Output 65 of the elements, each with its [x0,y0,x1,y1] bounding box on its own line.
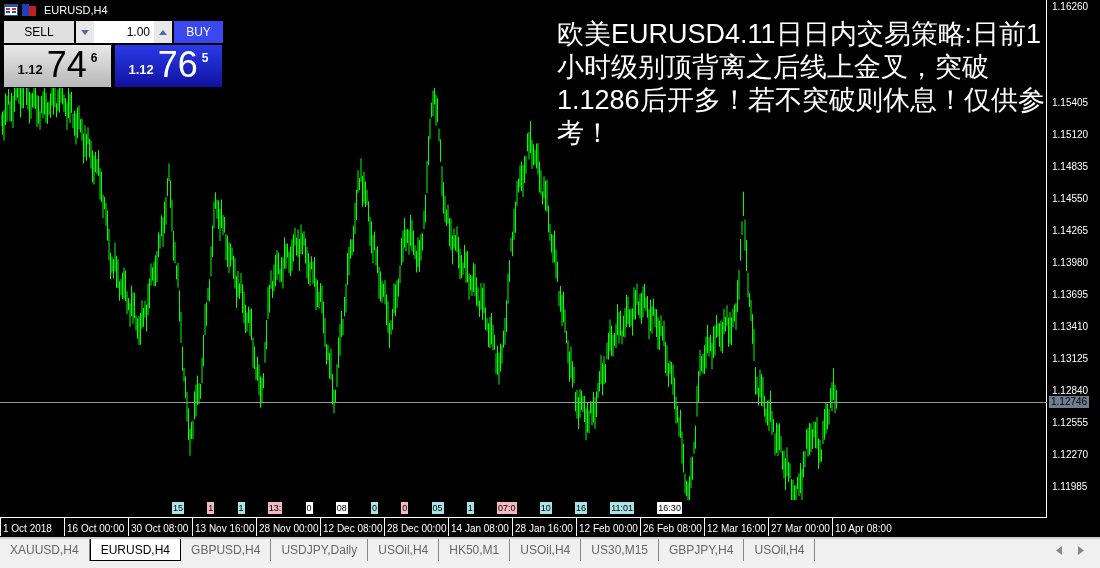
event-marker[interactable]: 1 [207,502,215,514]
event-marker[interactable]: 07:0 [497,502,517,514]
time-axis-label: 16 Oct 00:00 [64,518,128,536]
chart-tab[interactable]: USOil,H4 [510,539,582,561]
event-marker[interactable]: 0 [371,502,378,514]
chart-window-icon [4,4,18,17]
chart-tab[interactable]: GBPJPY,H4 [659,539,745,561]
chart-tab[interactable]: HK50,M1 [439,539,511,561]
price-axis-label: 1.12840 [1052,385,1089,397]
price-axis-label: 1.14550 [1052,193,1089,205]
event-marker[interactable]: 05 [431,502,444,514]
time-axis-label: 14 Jan 08:00 [448,518,512,536]
price-axis-label: 1.11985 [1052,481,1088,493]
down-arrow-icon[interactable] [81,29,89,35]
time-axis-label: 28 Jan 16:00 [512,518,576,536]
scroll-left-icon[interactable] [1056,546,1062,555]
up-arrow-icon[interactable] [159,29,167,35]
scroll-right-icon[interactable] [1078,546,1084,555]
sell-button[interactable]: SELL [4,21,74,43]
time-axis-label: 28 Nov 00:00 [256,518,320,536]
time-axis-label: 30 Oct 08:00 [128,518,192,536]
price-axis-label: 1.13125 [1052,353,1089,365]
chart-tab[interactable]: XAUUSD,H4 [0,539,90,561]
chart-tab[interactable]: USOil,H4 [744,539,816,561]
event-marker[interactable]: 1 [237,502,245,514]
price-axis-label: 1.14265 [1052,225,1089,237]
current-price-label: 1.12746 [1049,395,1090,408]
chart-flag-icon [22,4,36,17]
event-marker[interactable]: 13: [267,502,283,514]
buy-button[interactable]: BUY [174,21,223,43]
price-axis-label: 1.15120 [1052,129,1089,141]
time-axis-label: 13 Nov 16:00 [192,518,256,536]
event-marker[interactable]: 10 [539,502,552,514]
chart-tab[interactable]: GBPUSD,H4 [181,539,272,561]
time-axis-label: 26 Feb 08:00 [640,518,704,536]
event-marker[interactable]: 0 [305,502,313,514]
event-marker[interactable]: 0 [401,502,409,514]
time-axis-label: 12 Mar 16:00 [704,518,768,536]
chart-tab[interactable]: USOil,H4 [368,539,440,561]
time-axis-label: 1 Oct 2018 [0,518,64,536]
event-marker[interactable]: 11:01 [610,502,635,514]
event-marker[interactable]: 16:30 [657,502,682,514]
window-title: EURUSD,H4 [44,3,108,18]
lot-size-field[interactable]: 1.00 [76,21,172,43]
price-axis-label: 1.13695 [1052,289,1089,301]
price-axis-label: 1.15405 [1052,97,1089,109]
price-axis-label: 1.13410 [1052,321,1089,333]
price-axis-label: 1.12270 [1052,449,1089,461]
event-marker[interactable]: 1 [466,502,474,514]
chart-tab[interactable]: EURUSD,H4 [89,539,182,561]
price-axis-label: 1.16260 [1052,1,1089,13]
time-axis-label: 28 Dec 00:00 [384,518,448,536]
price-axis-label: 1.13980 [1052,257,1089,269]
event-marker[interactable]: 15 [172,502,184,514]
strategy-annotation: 欧美EURUSD4.11日日内交易策略:日前1小时级别顶背离之后线上金叉，突破1.1286后开多！若不突破则休息！仅供参考！ [557,18,1045,150]
time-axis-label: 27 Mar 00:00 [768,518,832,536]
time-axis-label: 12 Dec 08:00 [320,518,384,536]
time-axis-label: 12 Feb 00:00 [576,518,640,536]
chart-tab[interactable]: US30,M15 [581,539,659,561]
time-axis-label: 10 Apr 08:00 [832,518,896,536]
price-axis-label: 1.12555 [1052,417,1089,429]
price-axis-label: 1.14835 [1052,161,1089,173]
event-marker[interactable]: 16 [575,502,588,514]
chart-tab[interactable]: USDJPY,Daily [271,539,369,561]
event-marker[interactable]: 08 [335,502,348,514]
